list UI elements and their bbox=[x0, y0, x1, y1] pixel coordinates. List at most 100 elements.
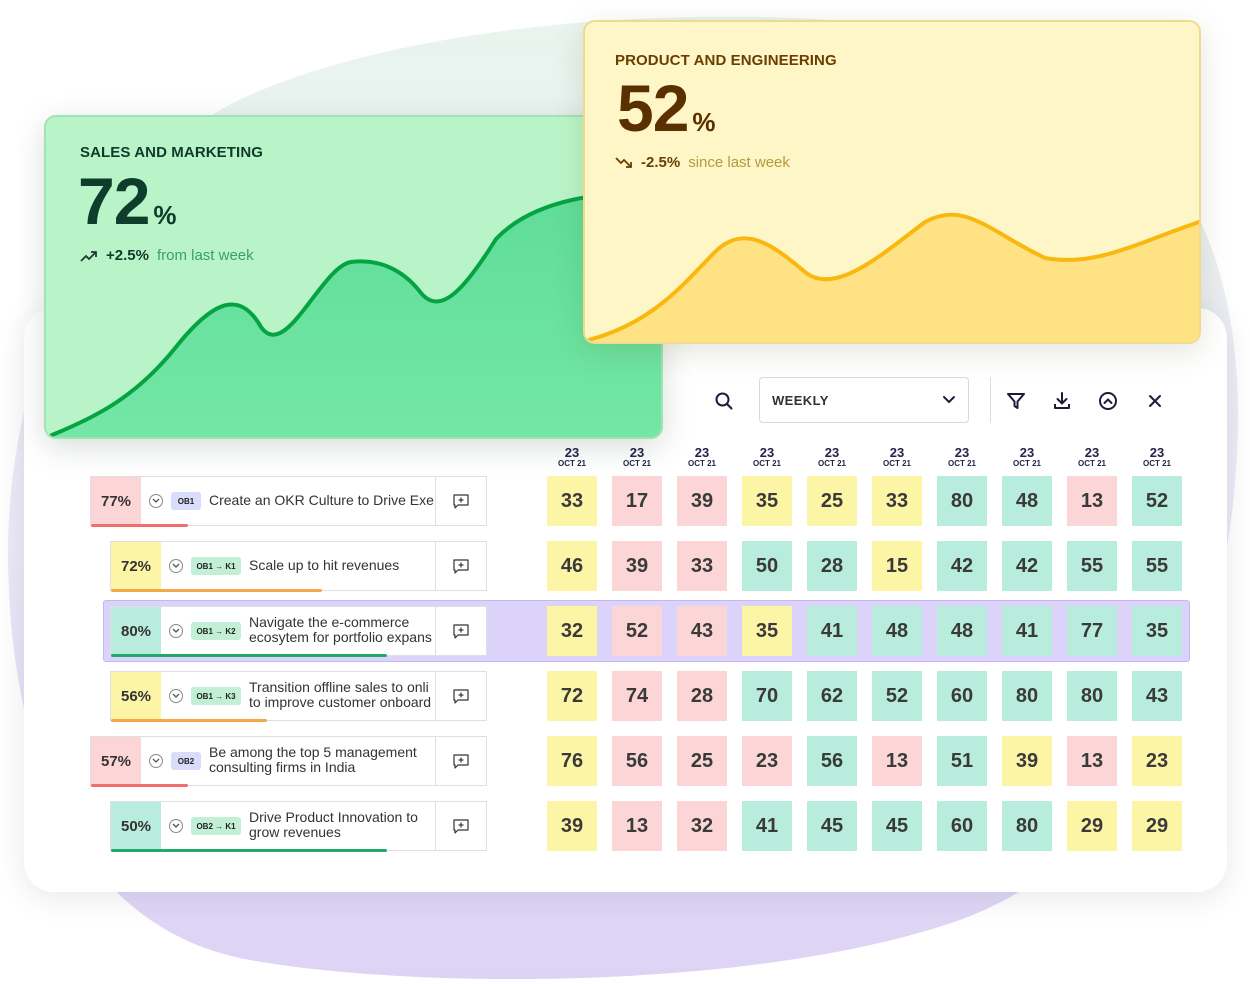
collapse-button[interactable] bbox=[1093, 386, 1123, 416]
comment-button[interactable] bbox=[435, 672, 486, 720]
okr-row[interactable]: 50% OB2 → K1 Drive Product Innovation to gr… bbox=[110, 801, 487, 852]
score-cell[interactable]: 45 bbox=[807, 801, 857, 851]
score-cell[interactable]: 13 bbox=[1067, 476, 1117, 526]
search-button[interactable] bbox=[709, 386, 739, 416]
score-cell[interactable]: 42 bbox=[937, 541, 987, 591]
score-cell[interactable]: 51 bbox=[937, 736, 987, 786]
score-cell[interactable]: 35 bbox=[742, 476, 792, 526]
close-button[interactable] bbox=[1140, 386, 1170, 416]
score-cell[interactable]: 43 bbox=[1132, 671, 1182, 721]
score-cell[interactable]: 13 bbox=[612, 801, 662, 851]
date-month: OCT 21 bbox=[1077, 459, 1106, 468]
score-cell[interactable]: 23 bbox=[742, 736, 792, 786]
comment-button[interactable] bbox=[435, 607, 486, 655]
progress-percent: 56% bbox=[111, 672, 161, 720]
okr-row[interactable]: 72% OB1 → K1 Scale up to hit revenues bbox=[110, 541, 487, 592]
filter-icon bbox=[1007, 393, 1025, 409]
score-cell[interactable]: 80 bbox=[937, 476, 987, 526]
score-cell[interactable]: 35 bbox=[742, 606, 792, 656]
score-cell[interactable]: 32 bbox=[547, 606, 597, 656]
score-cell[interactable]: 45 bbox=[872, 801, 922, 851]
comment-button[interactable] bbox=[435, 802, 486, 850]
score-cell[interactable]: 80 bbox=[1002, 671, 1052, 721]
expand-toggle[interactable] bbox=[149, 754, 163, 768]
okr-row[interactable]: 77% OB1 Create an OKR Culture to Drive Exe bbox=[90, 476, 487, 527]
score-cell[interactable]: 41 bbox=[1002, 606, 1052, 656]
score-cell[interactable]: 28 bbox=[807, 541, 857, 591]
score-cell[interactable]: 13 bbox=[872, 736, 922, 786]
score-cell[interactable]: 48 bbox=[872, 606, 922, 656]
okr-row[interactable]: 80% OB1 → K2 Navigate the e-commerce ecosyt… bbox=[110, 606, 487, 657]
score-cell[interactable]: 25 bbox=[677, 736, 727, 786]
score-cell[interactable]: 55 bbox=[1132, 541, 1182, 591]
score-cell[interactable]: 52 bbox=[612, 606, 662, 656]
score-cell[interactable]: 39 bbox=[677, 476, 727, 526]
filter-button[interactable] bbox=[1001, 386, 1031, 416]
score-cell[interactable]: 76 bbox=[547, 736, 597, 786]
sales-card-title: SALES AND MARKETING bbox=[80, 144, 264, 161]
score-cell[interactable]: 70 bbox=[742, 671, 792, 721]
score-cell[interactable]: 52 bbox=[1132, 476, 1182, 526]
score-cell[interactable]: 41 bbox=[807, 606, 857, 656]
score-cell[interactable]: 80 bbox=[1002, 801, 1052, 851]
comment-button[interactable] bbox=[435, 477, 486, 525]
score-cell[interactable]: 29 bbox=[1067, 801, 1117, 851]
score-cell[interactable]: 33 bbox=[872, 476, 922, 526]
score-cell[interactable]: 39 bbox=[612, 541, 662, 591]
comment-button[interactable] bbox=[435, 542, 486, 590]
score-cell[interactable]: 17 bbox=[612, 476, 662, 526]
expand-toggle[interactable] bbox=[169, 689, 183, 703]
score-cell[interactable]: 46 bbox=[547, 541, 597, 591]
score-cell[interactable]: 80 bbox=[1067, 671, 1117, 721]
score-cell[interactable]: 33 bbox=[677, 541, 727, 591]
chevron-down-icon bbox=[172, 693, 180, 698]
close-icon bbox=[1149, 395, 1161, 407]
okr-title-line: Scale up to hit revenues bbox=[249, 558, 400, 573]
score-cell[interactable]: 35 bbox=[1132, 606, 1182, 656]
expand-toggle[interactable] bbox=[169, 559, 183, 573]
okr-title-line: Navigate the e-commerce bbox=[249, 615, 410, 630]
score-cell[interactable]: 74 bbox=[612, 671, 662, 721]
okr-row[interactable]: 56% OB1 → K3 Transition offline sales to o… bbox=[110, 671, 487, 722]
expand-toggle[interactable] bbox=[169, 819, 183, 833]
score-cell[interactable]: 32 bbox=[677, 801, 727, 851]
score-cell[interactable]: 60 bbox=[937, 671, 987, 721]
score-cell[interactable]: 72 bbox=[547, 671, 597, 721]
download-button[interactable] bbox=[1047, 386, 1077, 416]
score-cell[interactable]: 77 bbox=[1067, 606, 1117, 656]
score-cell[interactable]: 50 bbox=[742, 541, 792, 591]
score-cell[interactable]: 39 bbox=[1002, 736, 1052, 786]
score-cell[interactable]: 48 bbox=[937, 606, 987, 656]
score-cell[interactable]: 25 bbox=[807, 476, 857, 526]
date-month: OCT 21 bbox=[622, 459, 651, 468]
score-cell[interactable]: 43 bbox=[677, 606, 727, 656]
score-cell[interactable]: 33 bbox=[547, 476, 597, 526]
okr-title-line: Be among the top 5 management bbox=[209, 745, 417, 760]
expand-toggle[interactable] bbox=[149, 494, 163, 508]
expand-toggle[interactable] bbox=[169, 624, 183, 638]
score-cell[interactable]: 52 bbox=[872, 671, 922, 721]
score-cell[interactable]: 55 bbox=[1067, 541, 1117, 591]
score-cell[interactable]: 23 bbox=[1132, 736, 1182, 786]
score-cell[interactable]: 42 bbox=[1002, 541, 1052, 591]
score-cell[interactable]: 48 bbox=[1002, 476, 1052, 526]
date-day: 23 bbox=[889, 445, 905, 460]
period-select[interactable]: WEEKLY bbox=[759, 377, 969, 423]
sales-marketing-card: SALES AND MARKETING 72% +2.5% from last … bbox=[44, 115, 663, 439]
score-cell[interactable]: 60 bbox=[937, 801, 987, 851]
product-trend: -2.5% since last week bbox=[615, 154, 790, 171]
comment-button[interactable] bbox=[435, 737, 486, 785]
score-cell[interactable]: 39 bbox=[547, 801, 597, 851]
score-cell[interactable]: 56 bbox=[807, 736, 857, 786]
score-cell[interactable]: 28 bbox=[677, 671, 727, 721]
score-cell[interactable]: 56 bbox=[612, 736, 662, 786]
score-cell[interactable]: 41 bbox=[742, 801, 792, 851]
okr-row[interactable]: 57% OB2 Be among the top 5 management consu… bbox=[90, 736, 487, 787]
progress-percent: 57% bbox=[91, 737, 141, 785]
score-cell[interactable]: 15 bbox=[872, 541, 922, 591]
okr-title: Be among the top 5 management consulting … bbox=[209, 745, 436, 775]
date-header: 23 OCT 21 bbox=[997, 446, 1057, 468]
score-cell[interactable]: 13 bbox=[1067, 736, 1117, 786]
score-cell[interactable]: 62 bbox=[807, 671, 857, 721]
score-cell[interactable]: 29 bbox=[1132, 801, 1182, 851]
